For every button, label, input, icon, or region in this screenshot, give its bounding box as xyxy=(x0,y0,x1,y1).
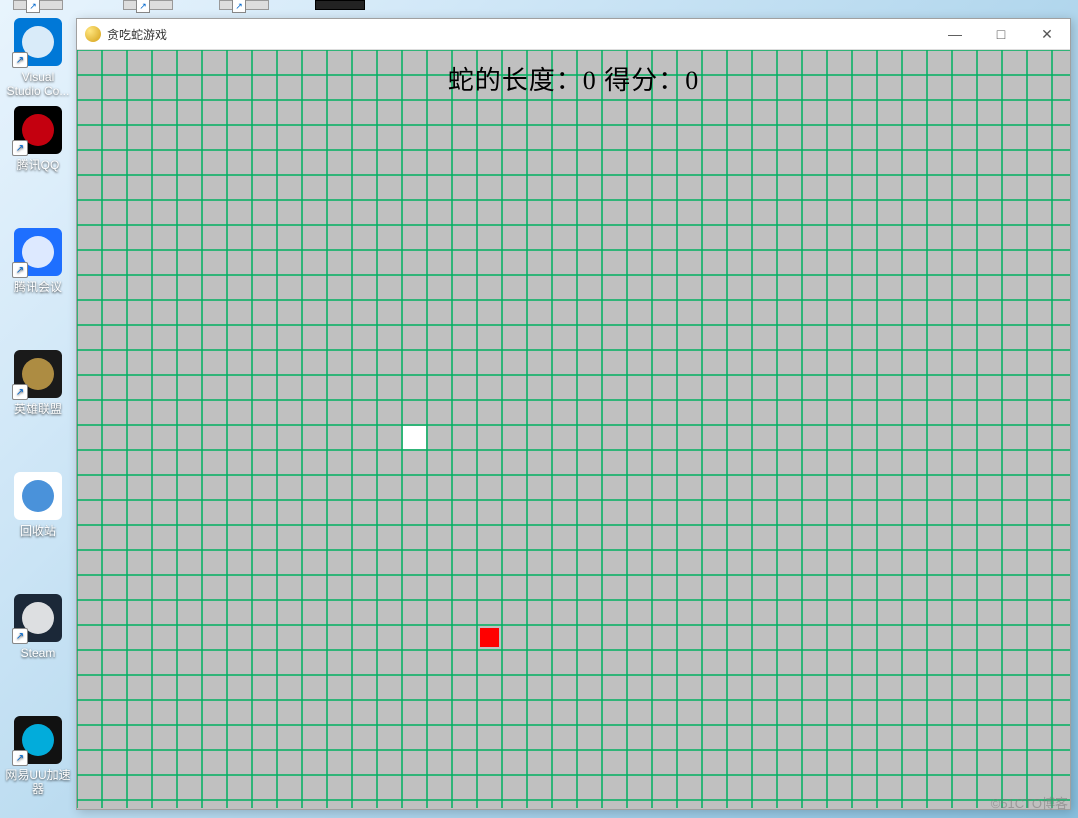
close-button[interactable]: ✕ xyxy=(1024,19,1070,49)
app-icon: ↗ xyxy=(14,18,62,66)
shortcut-arrow-icon: ↗ xyxy=(12,628,28,644)
shortcut-arrow-icon: ↗ xyxy=(12,750,28,766)
snake-head xyxy=(403,426,426,449)
desktop-top-icon[interactable] xyxy=(302,0,378,14)
app-icon: ↗ xyxy=(14,228,62,276)
watermark: ©51CTO博客 xyxy=(991,793,1068,812)
desktop-top-icon[interactable]: ↗ xyxy=(110,0,186,14)
app-icon: ↗ xyxy=(14,106,62,154)
food xyxy=(480,628,499,647)
game-canvas[interactable]: 蛇的长度：0 得分：0 xyxy=(77,50,1070,809)
shortcut-arrow-icon: ↗ xyxy=(12,262,28,278)
desktop-icon[interactable]: ↗ 腾讯会议 xyxy=(0,228,76,294)
app-icon xyxy=(14,472,62,520)
desktop-icon[interactable]: ↗ Steam xyxy=(0,594,76,660)
desktop-icon-label: 英雄联盟 xyxy=(0,402,76,416)
desktop-icon-label: Visual Studio Co... xyxy=(0,70,76,98)
app-icon xyxy=(85,26,101,42)
game-grid xyxy=(77,50,1070,808)
app-icon: ↗ xyxy=(14,594,62,642)
desktop-icon-label: 网易UU加速 器 xyxy=(0,768,76,796)
desktop-icon-label: 腾讯QQ xyxy=(0,158,76,172)
app-icon: ↗ xyxy=(14,350,62,398)
desktop-icon-label: 回收站 xyxy=(0,524,76,538)
desktop-icon[interactable]: ↗ 英雄联盟 xyxy=(0,350,76,416)
desktop-background: ↗ ↗ ↗ ↗ Visual Studio Co... ↗ 腾讯QQ ↗ 腾讯会议 ↗ 英雄联… xyxy=(0,0,1078,818)
shortcut-arrow-icon: ↗ xyxy=(12,140,28,156)
desktop-icon-label: 腾讯会议 xyxy=(0,280,76,294)
desktop-icon[interactable]: ↗ 腾讯QQ xyxy=(0,106,76,172)
maximize-button[interactable]: □ xyxy=(978,19,1024,49)
desktop-top-icon[interactable]: ↗ xyxy=(206,0,282,14)
desktop-icon[interactable]: 回收站 xyxy=(0,472,76,538)
app-icon: ↗ xyxy=(14,716,62,764)
desktop-icon[interactable]: ↗ Visual Studio Co... xyxy=(0,18,76,98)
desktop-top-icon[interactable]: ↗ xyxy=(0,0,76,14)
minimize-button[interactable]: — xyxy=(932,19,978,49)
desktop-icon[interactable]: ↗ 网易UU加速 器 xyxy=(0,716,76,796)
shortcut-arrow-icon: ↗ xyxy=(12,52,28,68)
shortcut-arrow-icon: ↗ xyxy=(12,384,28,400)
window-title: 贪吃蛇游戏 xyxy=(107,26,932,43)
titlebar[interactable]: 贪吃蛇游戏 — □ ✕ xyxy=(77,19,1070,50)
hud-text: 蛇的长度：0 得分：0 xyxy=(77,60,1070,97)
game-window: 贪吃蛇游戏 — □ ✕ 蛇的长度：0 得分：0 xyxy=(76,18,1071,810)
desktop-icon-label: Steam xyxy=(0,646,76,660)
